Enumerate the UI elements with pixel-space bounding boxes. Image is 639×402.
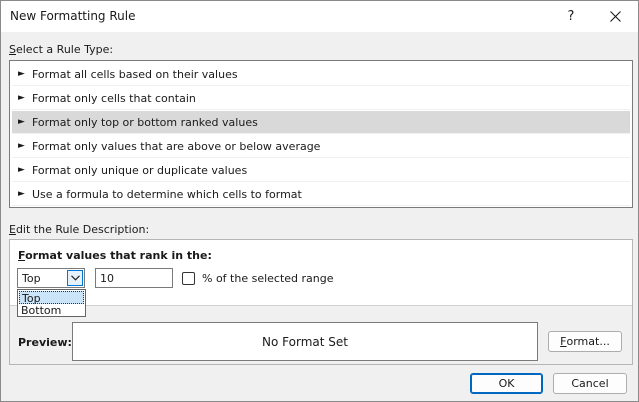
close-icon	[609, 11, 621, 22]
rule-type-item-label: Format all cells based on their values	[32, 67, 238, 81]
dropdown-option-top[interactable]: Top	[19, 291, 84, 305]
title-bar: New Formatting Rule ?	[1, 1, 638, 32]
chevron-down-icon	[70, 275, 80, 281]
rule-type-item-label: Format only unique or duplicate values	[32, 163, 248, 177]
rule-type-item[interactable]: ► Use a formula to determine which cells…	[12, 183, 630, 206]
rule-type-item-selected[interactable]: ► Format only top or bottom ranked value…	[12, 111, 630, 134]
close-button[interactable]	[593, 1, 637, 32]
percent-checkbox-label: % of the selected range	[202, 272, 334, 285]
rule-type-label: Select a Rule Type:	[9, 43, 114, 56]
help-icon: ?	[567, 9, 575, 24]
percent-checkbox[interactable]	[182, 272, 195, 285]
ok-button[interactable]: OK	[470, 373, 543, 394]
preview-text: No Format Set	[262, 334, 348, 349]
arrow-right-icon: ►	[18, 93, 25, 103]
rank-heading: Format values that rank in the:	[18, 249, 212, 262]
dropdown-toggle[interactable]	[67, 270, 83, 286]
new-formatting-rule-dialog: New Formatting Rule ? Select a Rule Type…	[0, 0, 639, 402]
arrow-right-icon: ►	[18, 69, 25, 79]
help-button[interactable]: ?	[549, 1, 593, 32]
format-button[interactable]: Format...	[548, 331, 622, 352]
rule-type-item[interactable]: ► Format all cells based on their values	[12, 63, 630, 86]
rank-count-value: 10	[100, 272, 114, 285]
rule-type-item[interactable]: ► Format only cells that contain	[12, 87, 630, 110]
rule-type-list[interactable]: ► Format all cells based on their values…	[9, 60, 633, 208]
rule-type-item-label: Format only values that are above or bel…	[32, 139, 321, 153]
arrow-right-icon: ►	[18, 141, 25, 151]
preview-label: Preview:	[18, 336, 72, 349]
arrow-right-icon: ►	[18, 165, 25, 175]
rule-type-item-label: Use a formula to determine which cells t…	[32, 187, 302, 201]
format-preview: No Format Set	[72, 322, 538, 361]
cancel-button[interactable]: Cancel	[553, 373, 627, 394]
rank-direction-select[interactable]: Top	[17, 268, 85, 288]
ok-button-label: OK	[498, 377, 515, 390]
dropdown-option-bottom[interactable]: Bottom	[19, 304, 84, 317]
arrow-right-icon: ►	[18, 189, 25, 199]
arrow-right-icon: ►	[18, 117, 25, 127]
rank-count-input[interactable]: 10	[95, 268, 173, 288]
rule-type-item[interactable]: ► Format only unique or duplicate values	[12, 159, 630, 182]
rule-type-item-label: Format only cells that contain	[32, 91, 196, 105]
rule-description-label: Edit the Rule Description:	[9, 223, 150, 236]
rank-direction-dropdown: Top Bottom	[17, 289, 86, 317]
rule-type-item-label: Format only top or bottom ranked values	[32, 115, 258, 129]
window-title: New Formatting Rule	[10, 9, 136, 23]
rule-type-item[interactable]: ► Format only values that are above or b…	[12, 135, 630, 158]
rank-direction-value: Top	[22, 272, 41, 285]
cancel-button-label: Cancel	[571, 377, 609, 390]
